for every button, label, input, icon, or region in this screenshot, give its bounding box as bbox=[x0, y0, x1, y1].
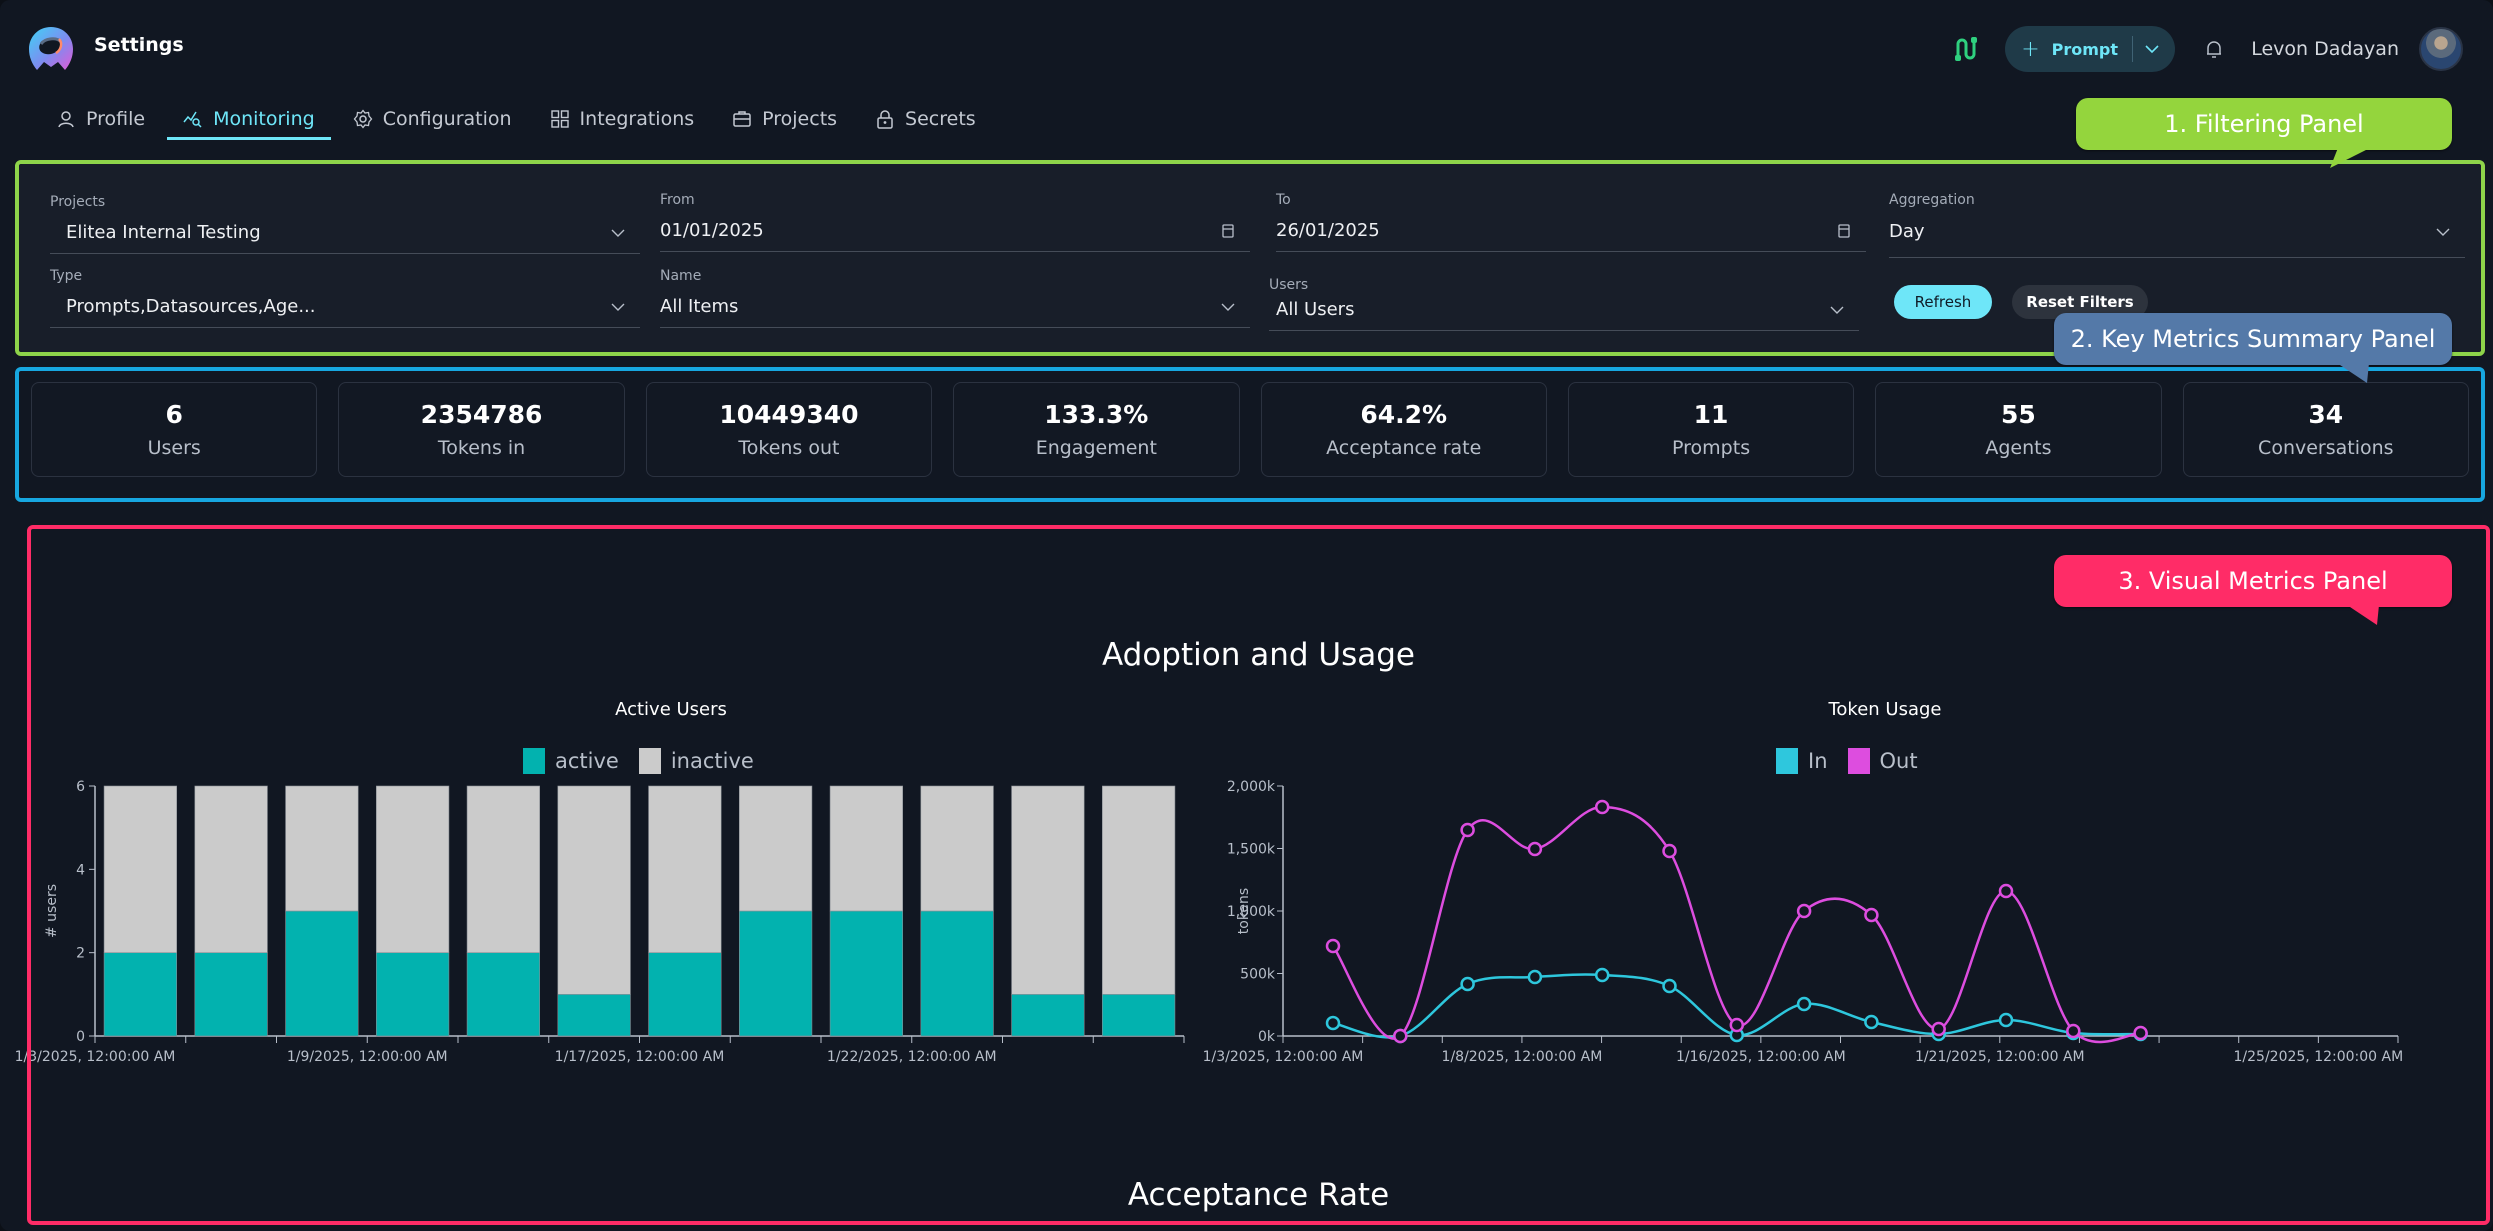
tab-integrations[interactable]: Integrations bbox=[534, 100, 711, 138]
new-prompt-label: Prompt bbox=[2051, 39, 2119, 59]
briefcase-icon bbox=[733, 111, 751, 127]
tab-label: Projects bbox=[762, 108, 838, 130]
button-divider bbox=[2132, 36, 2134, 62]
header-actions: + Prompt Levon Dadayan bbox=[1951, 25, 2463, 73]
avatar[interactable] bbox=[2419, 27, 2463, 71]
tab-monitoring[interactable]: Monitoring bbox=[167, 100, 331, 140]
plus-icon: + bbox=[2021, 36, 2040, 62]
callout-key-metrics: 2. Key Metrics Summary Panel bbox=[2054, 313, 2452, 365]
app-window: Settings + Prompt Levon Dadayan Profile … bbox=[0, 0, 2493, 1231]
monitoring-icon bbox=[183, 111, 202, 128]
user-icon bbox=[58, 111, 74, 128]
tab-label: Secrets bbox=[905, 108, 976, 130]
user-name[interactable]: Levon Dadayan bbox=[2251, 38, 2399, 60]
header: Settings + Prompt Levon Dadayan bbox=[0, 0, 2493, 96]
grid-icon bbox=[550, 110, 569, 128]
tab-projects[interactable]: Projects bbox=[716, 100, 853, 138]
tab-label: Integrations bbox=[579, 108, 695, 130]
tab-profile[interactable]: Profile bbox=[40, 100, 161, 138]
lock-icon bbox=[877, 110, 893, 129]
tab-configuration[interactable]: Configuration bbox=[337, 100, 528, 138]
elitea-logo-icon[interactable] bbox=[28, 26, 74, 72]
tab-secrets[interactable]: Secrets bbox=[859, 100, 992, 138]
tab-label: Monitoring bbox=[213, 107, 315, 130]
pipeline-icon[interactable] bbox=[1951, 35, 1979, 63]
new-prompt-button[interactable]: + Prompt bbox=[2005, 26, 2176, 72]
metrics-panel-highlight bbox=[15, 367, 2485, 502]
callout-visual-metrics: 3. Visual Metrics Panel bbox=[2054, 555, 2452, 607]
visual-panel-highlight bbox=[27, 525, 2490, 1225]
callout-filtering-panel: 1. Filtering Panel bbox=[2076, 98, 2452, 150]
tab-label: Configuration bbox=[382, 108, 512, 130]
settings-tabs: Profile Monitoring Configuration Integra… bbox=[40, 100, 998, 142]
page-title: Settings bbox=[94, 34, 184, 56]
gear-icon bbox=[353, 109, 373, 129]
bell-icon[interactable] bbox=[2203, 38, 2225, 60]
chevron-down-icon[interactable] bbox=[2145, 42, 2159, 56]
tab-label: Profile bbox=[86, 108, 146, 130]
